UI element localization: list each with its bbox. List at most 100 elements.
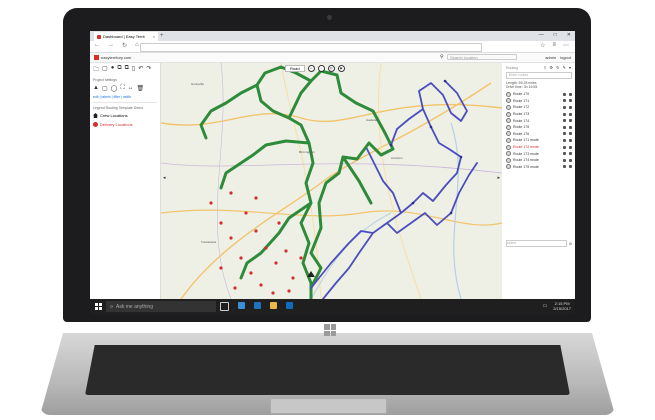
- browser-tab[interactable]: Dashboard | Easy Territ ×: [94, 32, 158, 41]
- route-checkbox[interactable]: [506, 91, 511, 97]
- route-row[interactable]: Route 172: [503, 104, 575, 111]
- route-view-icon[interactable]: [563, 145, 566, 149]
- route-info-icon[interactable]: [569, 92, 572, 96]
- task-view-icon[interactable]: [220, 302, 229, 311]
- route-info-icon[interactable]: [569, 158, 572, 162]
- zoom-out-icon[interactable]: −: [317, 65, 325, 72]
- locate-icon[interactable]: ◎: [327, 65, 335, 72]
- route-info-icon[interactable]: [569, 119, 572, 123]
- layer-options-links[interactable]: edit | labels | filter | width: [90, 94, 160, 100]
- new-project-icon[interactable]: ▢: [102, 65, 108, 75]
- route-info-icon[interactable]: [569, 138, 572, 142]
- route-info-icon[interactable]: [569, 125, 572, 129]
- tab-close-icon[interactable]: ×: [153, 34, 155, 39]
- info-icon[interactable]: ●: [111, 65, 115, 75]
- zoom-in-icon[interactable]: +: [307, 65, 315, 72]
- route-view-icon[interactable]: [563, 119, 566, 123]
- route-view-icon[interactable]: [563, 125, 566, 129]
- location-search-input[interactable]: Search location: [447, 54, 517, 60]
- rectangle-tool-icon[interactable]: ▢: [102, 85, 108, 92]
- route-info-icon[interactable]: [569, 112, 572, 116]
- route-checkbox[interactable]: [506, 124, 511, 130]
- route-row[interactable]: Route 174: [503, 117, 575, 124]
- route-row[interactable]: Route 175 mode: [503, 164, 575, 171]
- redo-icon[interactable]: ↷: [146, 65, 151, 75]
- route-view-icon[interactable]: [563, 152, 566, 156]
- route-checkbox[interactable]: [506, 144, 511, 150]
- undo-icon[interactable]: ↶: [138, 65, 143, 75]
- route-view-icon[interactable]: [563, 112, 566, 116]
- collapse-left-icon[interactable]: ◂: [163, 175, 166, 181]
- close-window-button[interactable]: ✕: [567, 32, 571, 38]
- routing-tool-icons[interactable]: ≡ ⚙ ↻ ✎ ▾: [544, 65, 572, 70]
- route-row[interactable]: Route 175: [503, 124, 575, 131]
- route-info-icon[interactable]: [569, 152, 572, 156]
- new-tab-button[interactable]: +: [160, 32, 164, 40]
- route-info-icon[interactable]: [569, 145, 572, 149]
- route-checkbox[interactable]: [506, 137, 511, 143]
- route-row[interactable]: Route 170: [503, 91, 575, 98]
- favorite-icon[interactable]: ☆: [540, 42, 545, 49]
- collapse-right-icon[interactable]: ▸: [497, 175, 500, 181]
- route-row[interactable]: Route 171: [503, 98, 575, 105]
- route-row[interactable]: Route 176: [503, 131, 575, 138]
- notification-icon[interactable]: ▭: [542, 303, 547, 309]
- maximize-button[interactable]: □: [554, 32, 557, 38]
- layer-crew-locations[interactable]: Crew Locations: [90, 111, 160, 120]
- basemap-select[interactable]: Road: [285, 65, 305, 72]
- route-info-icon[interactable]: [569, 132, 572, 136]
- minimize-button[interactable]: —: [539, 32, 544, 38]
- start-button[interactable]: [95, 303, 102, 310]
- route-checkbox[interactable]: [506, 104, 511, 110]
- back-icon[interactable]: ←: [94, 42, 100, 49]
- route-view-icon[interactable]: [563, 99, 566, 103]
- route-view-icon[interactable]: [563, 165, 566, 169]
- select-tool-icon[interactable]: ▲: [93, 85, 99, 92]
- route-checkbox[interactable]: [506, 111, 511, 117]
- route-checkbox[interactable]: [506, 98, 511, 104]
- route-info-icon[interactable]: [569, 165, 572, 169]
- route-view-icon[interactable]: [563, 158, 566, 162]
- layer-delivery-locations[interactable]: Delivery Locations: [90, 120, 160, 129]
- route-checkbox[interactable]: [506, 164, 511, 170]
- refresh-icon[interactable]: ↻: [122, 42, 127, 49]
- route-info-icon[interactable]: [569, 105, 572, 109]
- map-canvas[interactable]: Birmingham Anniston Gadsden Huntsville T…: [161, 63, 502, 299]
- edge-icon[interactable]: [254, 302, 261, 309]
- admin-link[interactable]: admin: [545, 55, 556, 60]
- app-logo-text[interactable]: easyterritory.com: [101, 55, 131, 60]
- route-view-icon[interactable]: [563, 132, 566, 136]
- taskbar-search[interactable]: ○ Ask me anything: [106, 301, 216, 312]
- route-row[interactable]: Route 172 mode: [503, 144, 575, 151]
- route-row[interactable]: Route 173 mode: [503, 150, 575, 157]
- measure-tool-icon[interactable]: ↔: [128, 85, 134, 92]
- select-box[interactable]: select: [506, 240, 567, 247]
- forward-icon[interactable]: →: [108, 42, 114, 49]
- route-filter-input[interactable]: Enter routes: [506, 72, 572, 79]
- route-view-icon[interactable]: [563, 92, 566, 96]
- layers-icon[interactable]: ◉: [337, 65, 345, 72]
- route-checkbox[interactable]: [506, 131, 511, 137]
- route-row[interactable]: Route 174 mode: [503, 157, 575, 164]
- print-icon[interactable]: ▯: [132, 65, 135, 75]
- circle-tool-icon[interactable]: ◯: [111, 85, 118, 92]
- delete-tool-icon[interactable]: 🗑: [137, 85, 145, 92]
- route-view-icon[interactable]: [563, 138, 566, 142]
- route-row[interactable]: Route 173: [503, 111, 575, 118]
- route-row[interactable]: Route 171 mode: [503, 137, 575, 144]
- duplicate-icon[interactable]: ⧉: [125, 65, 129, 75]
- route-view-icon[interactable]: [563, 105, 566, 109]
- store-icon[interactable]: [238, 302, 245, 309]
- route-checkbox[interactable]: [506, 157, 511, 163]
- mail-icon[interactable]: [286, 302, 293, 309]
- more-icon[interactable]: ⋯: [563, 42, 569, 49]
- home-icon[interactable]: ⌂: [135, 42, 139, 49]
- settings-icon[interactable]: ⚙: [569, 242, 572, 246]
- logout-link[interactable]: logout: [560, 55, 571, 60]
- open-folder-icon[interactable]: 🗀: [93, 65, 99, 75]
- clock[interactable]: 2:15 PM 2/15/2017: [553, 301, 571, 311]
- explorer-icon[interactable]: [270, 302, 277, 309]
- route-checkbox[interactable]: [506, 118, 511, 124]
- url-input[interactable]: [140, 43, 482, 52]
- route-checkbox[interactable]: [506, 151, 511, 157]
